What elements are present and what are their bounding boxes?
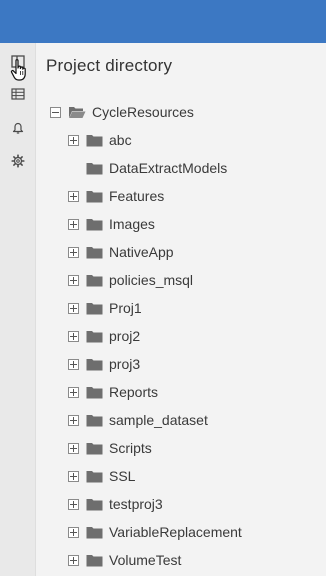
tree-item-label: Proj1	[109, 300, 142, 316]
expand-toggle-icon[interactable]	[68, 358, 79, 370]
tree-item-label: VariableReplacement	[109, 524, 242, 540]
folder-icon	[86, 554, 103, 566]
tree-item-label: policies_msql	[109, 272, 194, 288]
tree-item-label: Reports	[109, 384, 159, 400]
tree-row-folder[interactable]: DataExtractModels	[68, 156, 227, 180]
tree-row-folder[interactable]: testproj3	[68, 492, 163, 516]
bell-icon	[12, 122, 24, 134]
tree-row-folder[interactable]: Features	[68, 184, 164, 208]
tree-item-label: SSL	[109, 468, 136, 484]
project-directory-panel: Project directory CycleResources abc Data…	[36, 43, 326, 576]
tree-item-label: Scripts	[109, 440, 152, 456]
settings-button[interactable]	[0, 146, 36, 176]
expand-toggle-icon[interactable]	[68, 246, 79, 258]
app-header-bar	[0, 0, 326, 43]
tree-row-folder[interactable]: proj3	[68, 352, 140, 376]
folder-icon	[86, 386, 103, 398]
tree-item-label: VolumeTest	[109, 552, 182, 568]
tree-row-folder[interactable]: Scripts	[68, 436, 152, 460]
tree-item-label: proj2	[109, 328, 141, 344]
folder-icon	[86, 218, 103, 230]
tree-row-folder[interactable]: Proj1	[68, 296, 142, 320]
expand-toggle-icon[interactable]	[68, 218, 79, 230]
folder-icon	[86, 498, 103, 510]
expand-toggle-icon[interactable]	[68, 386, 79, 398]
tree-row-folder[interactable]: VariableReplacement	[68, 520, 242, 544]
toggle-spacer	[68, 163, 79, 174]
folder-icon	[86, 190, 103, 202]
table-view-button[interactable]	[0, 79, 36, 109]
folder-icon	[86, 134, 103, 146]
tree-row-folder[interactable]: abc	[68, 128, 132, 152]
tree-row-folder[interactable]: SSL	[68, 464, 135, 488]
folder-open-icon	[69, 107, 86, 118]
folder-icon	[86, 526, 103, 538]
expand-toggle-icon[interactable]	[68, 414, 79, 426]
tree-root-label: CycleResources	[92, 104, 194, 120]
table-icon	[11, 88, 25, 100]
expand-toggle-icon[interactable]	[68, 526, 79, 538]
folder-icon	[86, 274, 103, 286]
expand-toggle-icon[interactable]	[68, 554, 79, 566]
tree-row-folder[interactable]: Reports	[68, 380, 158, 404]
tree-item-label: NativeApp	[109, 244, 174, 260]
tree-row-root[interactable]: CycleResources	[50, 100, 194, 124]
tree-item-label: Images	[109, 216, 155, 232]
tree-item-label: sample_dataset	[109, 412, 208, 428]
tree-row-folder[interactable]: VolumeTest	[68, 548, 181, 572]
folder-icon	[86, 470, 103, 482]
folder-icon	[86, 246, 103, 258]
expand-toggle-icon[interactable]	[68, 442, 79, 454]
folder-icon	[86, 442, 103, 454]
gear-icon	[11, 154, 25, 168]
expand-toggle-icon[interactable]	[68, 302, 79, 314]
expand-toggle-icon[interactable]	[68, 498, 79, 510]
explorer-icon	[11, 55, 25, 68]
folder-icon	[86, 414, 103, 426]
panel-title: Project directory	[46, 56, 173, 75]
folder-icon	[86, 358, 103, 370]
tree-row-folder[interactable]: policies_msql	[68, 268, 193, 292]
tree-item-label: Features	[109, 188, 165, 204]
tree-row-folder[interactable]: Images	[68, 212, 155, 236]
expand-toggle-icon[interactable]	[68, 330, 79, 342]
activity-rail	[0, 43, 36, 576]
folder-icon	[86, 162, 103, 174]
tree-row-folder[interactable]: NativeApp	[68, 240, 174, 264]
tree-row-folder[interactable]: sample_dataset	[68, 408, 208, 432]
collapse-toggle-icon[interactable]	[50, 106, 61, 118]
folder-icon	[86, 302, 103, 314]
tree-item-label: DataExtractModels	[109, 160, 228, 176]
notifications-button[interactable]	[0, 113, 36, 143]
expand-toggle-icon[interactable]	[68, 134, 79, 146]
explorer-button[interactable]	[0, 47, 36, 77]
expand-toggle-icon[interactable]	[68, 470, 79, 482]
tree-row-folder[interactable]: proj2	[68, 324, 140, 348]
tree-item-label: abc	[109, 132, 132, 148]
tree-item-label: testproj3	[109, 496, 163, 512]
tree-item-label: proj3	[109, 356, 141, 372]
expand-toggle-icon[interactable]	[68, 274, 79, 286]
folder-icon	[86, 330, 103, 342]
expand-toggle-icon[interactable]	[68, 190, 79, 202]
